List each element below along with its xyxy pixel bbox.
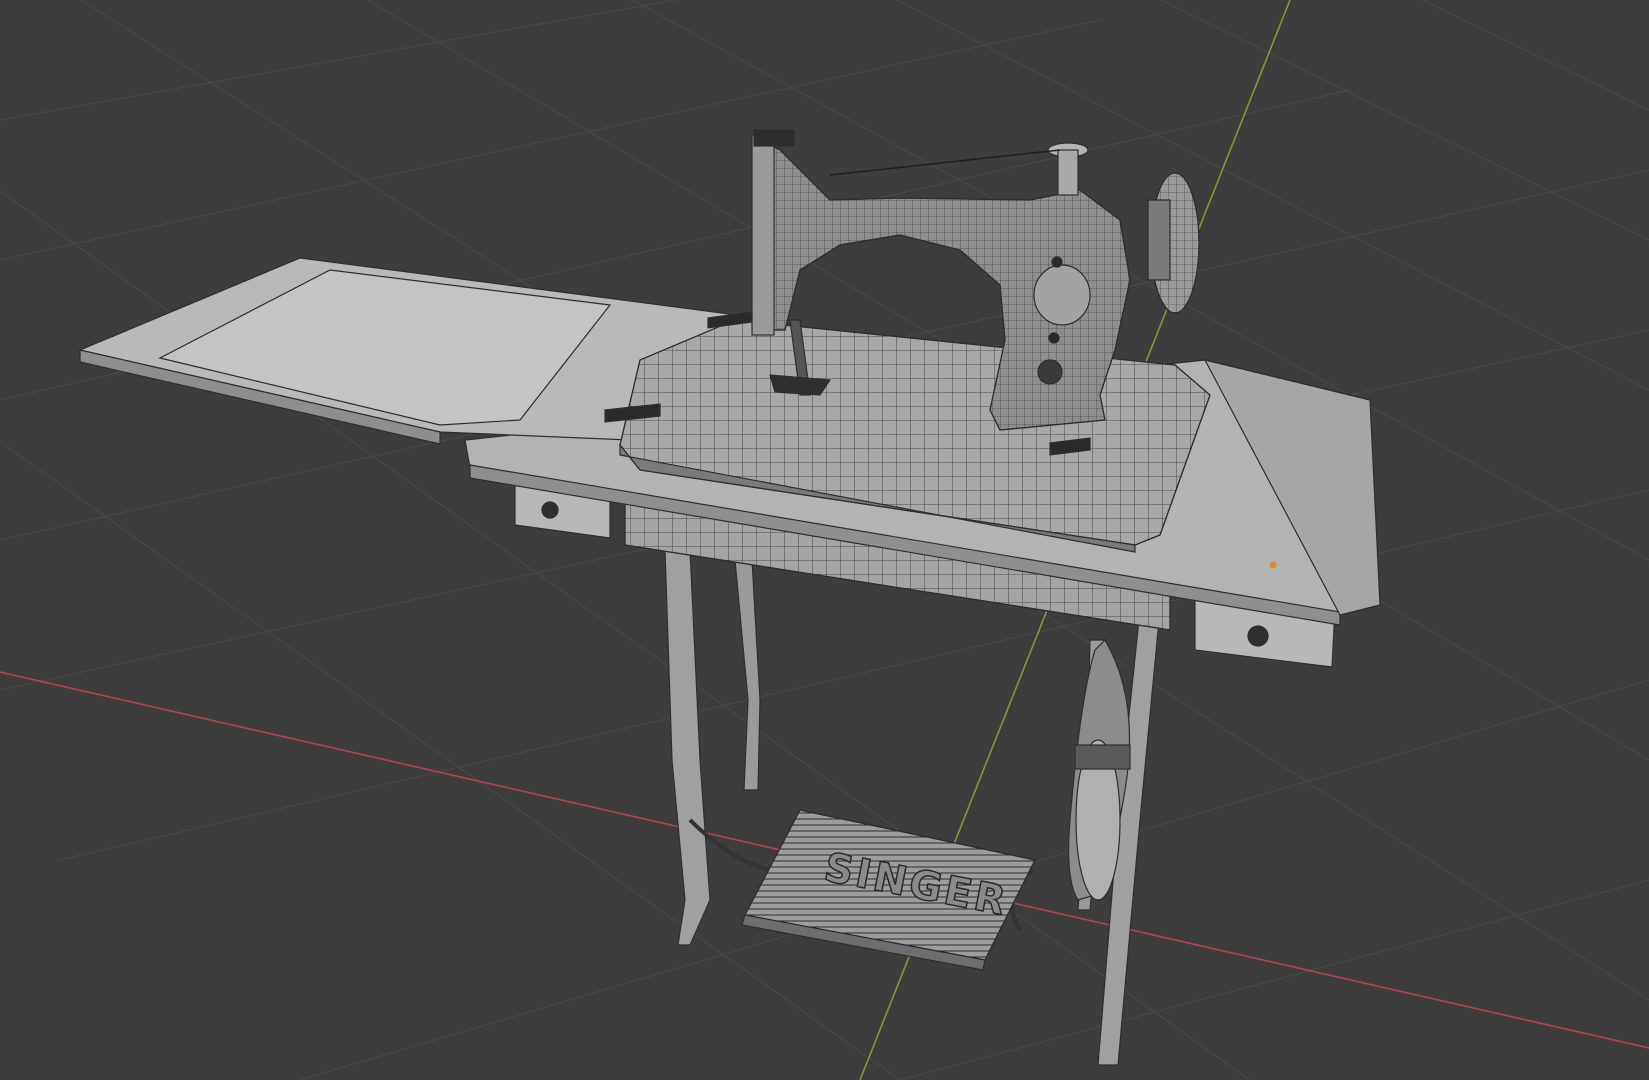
treadle-pedal[interactable]: SINGER: [741, 809, 1036, 971]
object-origin-dot: [1269, 561, 1277, 569]
3d-viewport[interactable]: SINGER: [0, 0, 1649, 1080]
viewport-canvas[interactable]: SINGER: [0, 0, 1649, 1080]
left-drawer-knob[interactable]: [541, 501, 559, 519]
sewing-machine-model[interactable]: SINGER: [78, 129, 1381, 1066]
right-drawer-knob[interactable]: [1247, 625, 1269, 647]
spool-pin[interactable]: [829, 142, 1089, 196]
left-leg[interactable]: [664, 549, 771, 946]
hand-wheel[interactable]: [1147, 172, 1200, 314]
